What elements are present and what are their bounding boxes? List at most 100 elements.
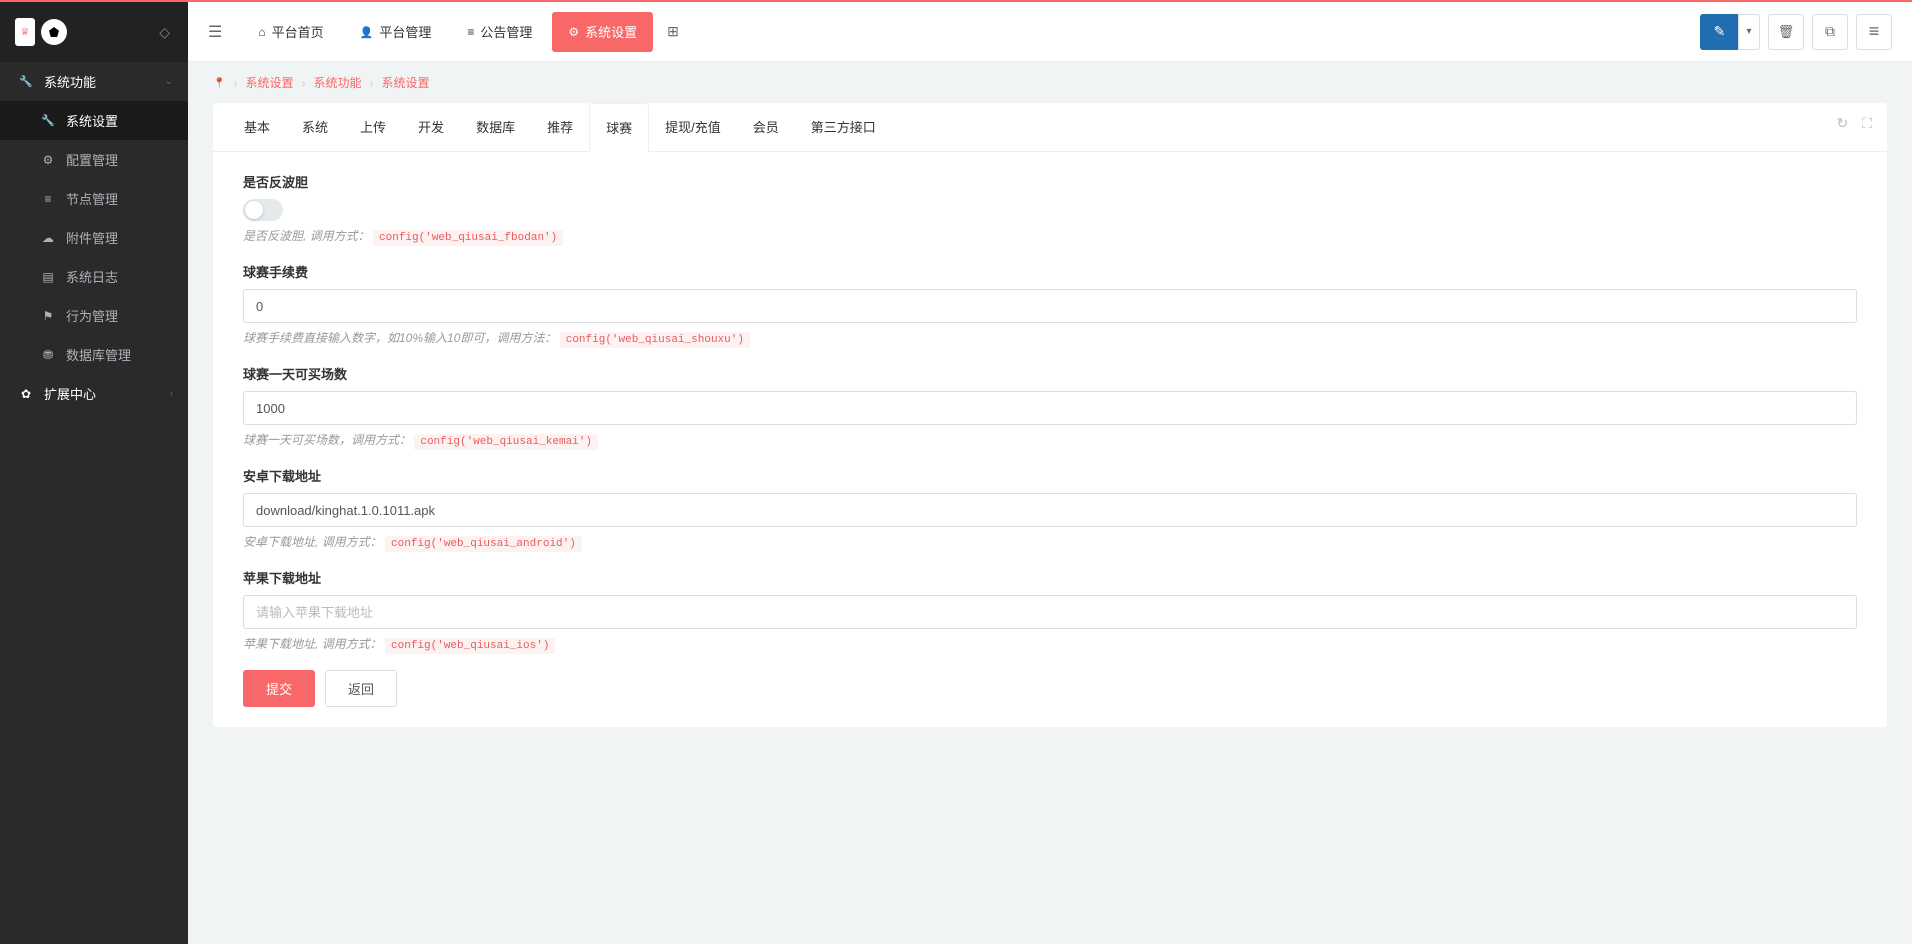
external-icon (1825, 23, 1835, 40)
breadcrumb-sep: › (301, 76, 305, 90)
sidebar-item-label: 附件管理 (66, 228, 118, 247)
nav-label: 平台管理 (379, 22, 431, 41)
sidebar-item-node[interactable]: 节点管理 (0, 179, 188, 218)
input-android[interactable] (243, 493, 1857, 527)
tab-upload[interactable]: 上传 (344, 103, 402, 151)
input-ios[interactable] (243, 595, 1857, 629)
header: 平台首页 平台管理 公告管理 系统设置 (188, 2, 1912, 62)
help-fbodan: 是否反波胆, 调用方式： config('web_qiusai_fbodan') (243, 227, 1857, 244)
header-nav: 平台首页 平台管理 公告管理 系统设置 (242, 12, 689, 52)
extension-icon (18, 387, 34, 401)
tabs: 基本 系统 上传 开发 数据库 推荐 球赛 提现/充值 会员 第三方接口 (213, 103, 1887, 152)
home-icon (258, 25, 265, 39)
form-group-ios: 苹果下载地址 苹果下载地址, 调用方式： config('web_qiusai_… (243, 568, 1857, 652)
theme-dropdown[interactable]: ▾ (1700, 14, 1760, 50)
sidebar-item-system-settings[interactable]: 系统设置 (0, 101, 188, 140)
label-android: 安卓下载地址 (243, 466, 1857, 485)
wrench-icon (18, 75, 34, 88)
help-text: 安卓下载地址, 调用方式： (243, 535, 382, 549)
nav-announcement[interactable]: 公告管理 (451, 12, 548, 52)
open-frontend-button[interactable] (1812, 14, 1848, 50)
flag-icon (40, 309, 56, 323)
input-shouxu[interactable] (243, 289, 1857, 323)
toggle-fbodan[interactable] (243, 199, 283, 221)
sidebar-item-config[interactable]: 配置管理 (0, 140, 188, 179)
tab-system[interactable]: 系统 (286, 103, 344, 151)
breadcrumb-sep: › (233, 76, 237, 90)
cloud-icon (40, 231, 56, 245)
nav-apps-grid[interactable] (657, 12, 689, 52)
grid-icon (667, 23, 679, 40)
header-right: ▾ (1700, 14, 1892, 50)
sidebar-item-label: 系统日志 (66, 267, 118, 286)
tab-dev[interactable]: 开发 (402, 103, 460, 151)
toggle-layout-button[interactable] (1856, 14, 1892, 50)
breadcrumb-sep: › (369, 76, 373, 90)
sidebar-item-database[interactable]: 数据库管理 (0, 335, 188, 374)
tab-member[interactable]: 会员 (737, 103, 795, 151)
soccer-icon (41, 19, 67, 45)
help-android: 安卓下载地址, 调用方式： config('web_qiusai_android… (243, 533, 1857, 550)
tab-basic[interactable]: 基本 (228, 103, 286, 151)
tab-withdraw[interactable]: 提现/充值 (649, 103, 737, 151)
sidebar-item-log[interactable]: 系统日志 (0, 257, 188, 296)
label-fbodan: 是否反波胆 (243, 172, 1857, 191)
gear-icon (568, 25, 579, 39)
sidebar-item-label: 节点管理 (66, 189, 118, 208)
user-icon (360, 25, 374, 39)
main-area: 平台首页 平台管理 公告管理 系统设置 (188, 2, 1912, 944)
sidebar-section-extensions[interactable]: 扩展中心 (0, 374, 188, 413)
breadcrumb-item[interactable]: 系统设置 (381, 74, 429, 91)
sidebar-item-action[interactable]: 行为管理 (0, 296, 188, 335)
help-code: config('web_qiusai_shouxu') (560, 332, 750, 348)
tab-database[interactable]: 数据库 (460, 103, 531, 151)
form: 是否反波胆 是否反波胆, 调用方式： config('web_qiusai_fb… (213, 152, 1887, 727)
caret-down-icon: ▾ (1746, 26, 1751, 37)
help-text: 球赛一天可买场数，调用方式： (243, 433, 411, 447)
tab-recommend[interactable]: 推荐 (531, 103, 589, 151)
sidebar-section-label: 系统功能 (44, 72, 96, 91)
sidebar-section-label: 扩展中心 (44, 384, 96, 403)
refresh-icon[interactable] (1836, 115, 1848, 132)
logo: ♕ (15, 18, 67, 46)
help-text: 球赛手续费直接输入数字，如10%输入10即可，调用方法： (243, 331, 556, 345)
help-text: 是否反波胆, 调用方式： (243, 229, 370, 243)
trash-icon (1778, 23, 1795, 40)
help-kemai: 球赛一天可买场数，调用方式： config('web_qiusai_kemai'… (243, 431, 1857, 448)
menu-toggle[interactable] (208, 22, 222, 42)
help-code: config('web_qiusai_android') (385, 536, 582, 552)
announcement-icon (467, 25, 474, 39)
tab-tools (1836, 115, 1872, 132)
nav-home[interactable]: 平台首页 (242, 12, 339, 52)
sidebar-item-label: 数据库管理 (66, 345, 131, 364)
paint-icon (1714, 23, 1726, 40)
button-row: 提交 返回 (243, 670, 1857, 707)
database-icon (40, 348, 56, 362)
tab-thirdparty[interactable]: 第三方接口 (795, 103, 892, 151)
clear-cache-button[interactable] (1768, 14, 1804, 50)
theme-drop-icon[interactable] (159, 24, 170, 41)
help-code: config('web_qiusai_fbodan') (373, 230, 563, 246)
sidebar-section-system[interactable]: 系统功能 (0, 62, 188, 101)
logo-badge: ♕ (15, 18, 35, 46)
form-group-shouxu: 球赛手续费 球赛手续费直接输入数字，如10%输入10即可，调用方法： confi… (243, 262, 1857, 346)
help-code: config('web_qiusai_ios') (385, 638, 555, 654)
nav-platform-manage[interactable]: 平台管理 (344, 12, 448, 52)
help-code: config('web_qiusai_kemai') (414, 434, 598, 450)
sidebar-item-label: 行为管理 (66, 306, 118, 325)
sidebar-item-label: 系统设置 (66, 111, 118, 130)
nav-label: 系统设置 (585, 22, 637, 41)
logo-area[interactable]: ♕ (0, 2, 188, 62)
tab-qiusai[interactable]: 球赛 (589, 103, 649, 152)
label-shouxu: 球赛手续费 (243, 262, 1857, 281)
form-group-kemai: 球赛一天可买场数 球赛一天可买场数，调用方式： config('web_qius… (243, 364, 1857, 448)
help-ios: 苹果下载地址, 调用方式： config('web_qiusai_ios') (243, 635, 1857, 652)
breadcrumb-item[interactable]: 系统设置 (245, 74, 293, 91)
nav-system-settings[interactable]: 系统设置 (552, 12, 653, 52)
input-kemai[interactable] (243, 391, 1857, 425)
submit-button[interactable]: 提交 (243, 670, 315, 707)
sidebar-item-attachment[interactable]: 附件管理 (0, 218, 188, 257)
expand-icon[interactable] (1862, 115, 1872, 132)
breadcrumb-item[interactable]: 系统功能 (313, 74, 361, 91)
back-button[interactable]: 返回 (325, 670, 397, 707)
